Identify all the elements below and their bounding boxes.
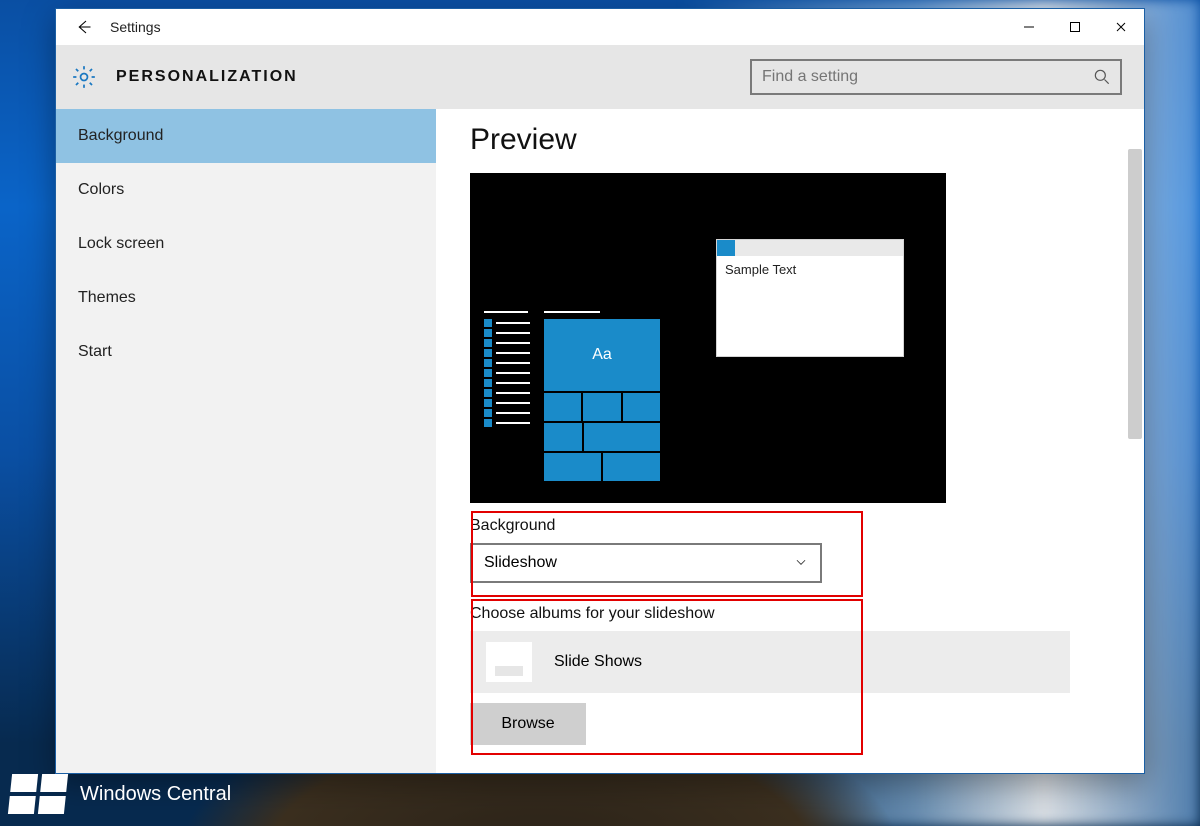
sidebar-item-background[interactable]: Background — [56, 109, 436, 163]
maximize-button[interactable] — [1052, 9, 1098, 45]
preview-big-tile: Aa — [544, 319, 660, 391]
watermark-text: Windows Central — [80, 783, 231, 806]
browse-button-label: Browse — [501, 715, 554, 733]
albums-label: Choose albums for your slideshow — [470, 605, 1110, 623]
gear-icon — [70, 63, 98, 91]
albums-field-group: Choose albums for your slideshow Slide S… — [470, 605, 1110, 745]
preview-sample-window: Sample Text — [716, 239, 904, 357]
sidebar-item-themes[interactable]: Themes — [56, 271, 436, 325]
back-button[interactable] — [60, 9, 106, 45]
start-list-mock — [484, 311, 530, 481]
background-dropdown[interactable]: Slideshow — [470, 543, 822, 583]
window-title: Settings — [106, 19, 161, 35]
close-icon — [1115, 21, 1127, 33]
minimize-icon — [1023, 21, 1035, 33]
search-icon — [1092, 67, 1112, 87]
folder-icon — [486, 642, 532, 682]
settings-search[interactable] — [750, 59, 1122, 95]
sidebar-item-colors[interactable]: Colors — [56, 163, 436, 217]
windows-logo-icon — [8, 774, 68, 814]
close-button[interactable] — [1098, 9, 1144, 45]
sidebar-item-label: Background — [78, 127, 163, 145]
window-titlebar: Settings — [56, 9, 1144, 45]
section-title: PERSONALIZATION — [116, 68, 298, 86]
preview-heading: Preview — [470, 123, 1144, 157]
watermark: Windows Central — [10, 774, 231, 814]
sidebar-item-label: Lock screen — [78, 235, 164, 253]
background-field-group: Background Slideshow — [470, 517, 870, 583]
browse-button[interactable]: Browse — [470, 703, 586, 745]
sidebar: Background Colors Lock screen Themes Sta… — [56, 109, 436, 773]
sidebar-item-start[interactable]: Start — [56, 325, 436, 379]
chevron-down-icon — [794, 555, 808, 572]
maximize-icon — [1069, 21, 1081, 33]
album-name: Slide Shows — [554, 653, 642, 671]
settings-window: Settings PERSONALIZATION — [55, 8, 1145, 774]
header-strip: PERSONALIZATION — [56, 45, 1144, 109]
sidebar-item-label: Start — [78, 343, 112, 361]
scrollbar[interactable] — [1126, 109, 1144, 773]
desktop-preview: Aa Sample Text — [470, 173, 946, 503]
sidebar-item-label: Colors — [78, 181, 124, 199]
background-label: Background — [470, 517, 870, 535]
search-input[interactable] — [760, 67, 1092, 87]
scrollbar-thumb[interactable] — [1128, 149, 1142, 439]
minimize-button[interactable] — [1006, 9, 1052, 45]
arrow-left-icon — [74, 18, 92, 36]
content-pane: Preview — [436, 109, 1144, 773]
window-body: Background Colors Lock screen Themes Sta… — [56, 109, 1144, 773]
sidebar-item-lock-screen[interactable]: Lock screen — [56, 217, 436, 271]
window-controls — [1006, 9, 1144, 45]
sidebar-item-label: Themes — [78, 289, 136, 307]
dropdown-value: Slideshow — [484, 554, 557, 572]
tile-grid-mock: Aa — [544, 311, 660, 481]
sample-window-text: Sample Text — [717, 256, 903, 283]
album-row[interactable]: Slide Shows — [470, 631, 1070, 693]
tile-text: Aa — [592, 346, 612, 364]
start-menu-mock: Aa — [484, 311, 660, 481]
